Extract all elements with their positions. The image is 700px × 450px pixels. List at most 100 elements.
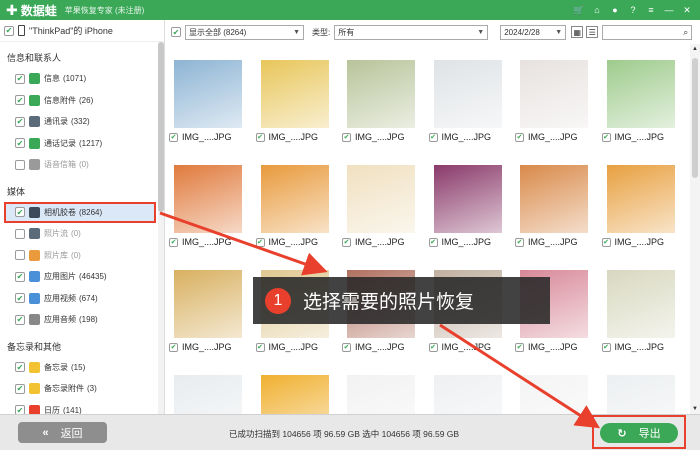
sidebar-item-checkbox[interactable]: ✔ — [15, 362, 25, 373]
sidebar-item[interactable]: ✔ 信息附件 (26) — [0, 90, 164, 112]
sidebar-item[interactable]: ✔ 通话记录 (1217) — [0, 133, 164, 155]
back-button[interactable]: « 返回 — [18, 422, 107, 443]
photo-thumbnail[interactable] — [174, 270, 242, 338]
photo-item[interactable]: ✔ IMG_....JPG — [166, 270, 246, 352]
photo-thumbnail[interactable] — [433, 60, 502, 128]
menu-icon[interactable]: ≡ — [644, 3, 658, 17]
photo-item[interactable] — [512, 375, 592, 414]
sidebar-item-checkbox[interactable]: ✔ — [15, 228, 25, 239]
photo-thumbnail[interactable] — [347, 375, 415, 414]
photo-item[interactable]: ✔ IMG_....JPG — [426, 60, 506, 142]
photo-item[interactable]: ✔ IMG_....JPG — [512, 165, 592, 247]
photo-item[interactable] — [599, 375, 679, 414]
sidebar-item-checkbox[interactable]: ✔ — [15, 383, 25, 394]
sidebar-item-checkbox[interactable]: ✔ — [15, 250, 25, 261]
sidebar-item[interactable]: ✔ 信息 (1071) — [0, 68, 164, 90]
photo-item[interactable]: ✔ IMG_....JPG — [166, 165, 246, 247]
sidebar-item[interactable]: ✔ 相机胶卷 (8264) — [4, 201, 156, 223]
photo-item[interactable]: ✔ IMG_....JPG — [253, 165, 333, 247]
photo-checkbox[interactable]: ✔ — [428, 132, 438, 142]
photo-item[interactable]: ✔ IMG_....JPG — [339, 165, 419, 247]
sidebar-item[interactable]: ✔ 应用视频 (674) — [0, 288, 164, 310]
sidebar-item-checkbox[interactable]: ✔ — [15, 271, 25, 282]
photo-checkbox[interactable]: ✔ — [255, 132, 265, 142]
photo-thumbnail[interactable] — [606, 165, 675, 233]
sidebar-item-checkbox[interactable]: ✔ — [15, 293, 25, 304]
sidebar-item[interactable]: ✔ 日历 (141) — [0, 400, 164, 414]
photo-checkbox[interactable]: ✔ — [169, 342, 178, 352]
photo-thumbnail[interactable] — [174, 375, 242, 414]
minimize-icon[interactable]: — — [662, 3, 676, 17]
sidebar-item-checkbox[interactable]: ✔ — [15, 405, 25, 414]
photo-item[interactable] — [339, 375, 419, 414]
photo-thumbnail[interactable] — [520, 165, 588, 233]
grid-scrollbar[interactable]: ▲ ▼ — [690, 44, 700, 414]
photo-checkbox[interactable]: ✔ — [169, 237, 178, 247]
sidebar-scroll-thumb[interactable] — [158, 42, 164, 212]
photo-thumbnail[interactable] — [260, 60, 329, 128]
photo-checkbox[interactable]: ✔ — [169, 132, 178, 142]
photo-thumbnail[interactable] — [606, 60, 675, 128]
photo-checkbox[interactable]: ✔ — [342, 342, 351, 352]
photo-item[interactable]: ✔ IMG_....JPG — [599, 270, 679, 352]
photo-item[interactable]: ✔ IMG_....JPG — [426, 165, 506, 247]
photo-thumbnail[interactable] — [347, 60, 415, 128]
photo-checkbox[interactable]: ✔ — [342, 132, 351, 142]
date-select[interactable]: 2024/2/28 ▼ — [500, 24, 567, 40]
photo-item[interactable] — [166, 375, 246, 414]
sidebar-item-checkbox[interactable]: ✔ — [15, 95, 25, 106]
photo-checkbox[interactable]: ✔ — [342, 237, 351, 247]
photo-thumbnail[interactable] — [433, 375, 502, 414]
photo-thumbnail[interactable] — [606, 375, 675, 414]
photo-item[interactable]: ✔ IMG_....JPG — [166, 60, 246, 142]
photo-thumbnail[interactable] — [433, 165, 502, 233]
grid-view-icon[interactable]: ▦ — [571, 26, 584, 38]
sidebar-item[interactable]: ✔ 备忘录 (15) — [0, 357, 164, 379]
sidebar-item[interactable]: ✔ 备忘录附件 (3) — [0, 378, 164, 400]
search-input[interactable]: ⌕ — [602, 24, 693, 40]
type-select[interactable]: 所有 ▼ — [334, 24, 489, 40]
photo-checkbox[interactable]: ✔ — [601, 237, 611, 247]
photo-checkbox[interactable]: ✔ — [601, 342, 611, 352]
scroll-up-icon[interactable]: ▲ — [692, 46, 698, 52]
filter-select[interactable]: 显示全部 (8264) ▼ — [185, 24, 304, 40]
photo-item[interactable]: ✔ IMG_....JPG — [339, 60, 419, 142]
grid-scroll-thumb[interactable] — [692, 58, 698, 178]
scroll-down-icon[interactable]: ▼ — [692, 406, 698, 412]
select-all-checkbox[interactable]: ✔ — [171, 27, 181, 37]
sidebar-item-checkbox[interactable]: ✔ — [15, 116, 25, 127]
sidebar-item[interactable]: ✔ 应用图片 (46435) — [0, 266, 164, 288]
photo-checkbox[interactable]: ✔ — [515, 237, 524, 247]
list-view-icon[interactable]: ☰ — [586, 26, 599, 38]
search-icon[interactable]: ⌕ — [683, 27, 688, 38]
photo-checkbox[interactable]: ✔ — [515, 132, 524, 142]
photo-thumbnail[interactable] — [347, 165, 415, 233]
photo-item[interactable]: ✔ IMG_....JPG — [253, 60, 333, 142]
sidebar-item[interactable]: ✔ 应用音频 (198) — [0, 309, 164, 331]
sidebar-scrollbar[interactable] — [158, 42, 164, 414]
sidebar-item-checkbox[interactable]: ✔ — [15, 207, 25, 218]
photo-checkbox[interactable]: ✔ — [601, 132, 611, 142]
person-icon[interactable]: ● — [608, 3, 622, 17]
cart-icon[interactable]: 🛒 — [572, 3, 586, 17]
export-button[interactable]: ↻ 导出 — [600, 423, 678, 443]
photo-thumbnail[interactable] — [606, 270, 675, 338]
photo-item[interactable]: ✔ IMG_....JPG — [512, 60, 592, 142]
device-checkbox[interactable]: ✔ — [4, 25, 14, 36]
photo-thumbnail[interactable] — [520, 375, 588, 414]
photo-item[interactable]: ✔ IMG_....JPG — [599, 165, 679, 247]
sidebar-item-checkbox[interactable]: ✔ — [15, 73, 25, 84]
photo-checkbox[interactable]: ✔ — [255, 342, 265, 352]
sidebar-item-checkbox[interactable]: ✔ — [15, 159, 25, 170]
photo-item[interactable] — [253, 375, 333, 414]
sidebar-item[interactable]: ✔ 照片流(0) — [0, 223, 164, 245]
photo-thumbnail[interactable] — [520, 60, 588, 128]
photo-checkbox[interactable]: ✔ — [428, 342, 438, 352]
photo-thumbnail[interactable] — [174, 165, 242, 233]
photo-thumbnail[interactable] — [260, 375, 329, 414]
sidebar-item[interactable]: ✔ 通讯录 (332) — [0, 111, 164, 133]
sidebar-item-checkbox[interactable]: ✔ — [15, 314, 25, 325]
photo-checkbox[interactable]: ✔ — [255, 237, 265, 247]
gift-icon[interactable]: ⌂ — [590, 3, 604, 17]
photo-thumbnail[interactable] — [174, 60, 242, 128]
